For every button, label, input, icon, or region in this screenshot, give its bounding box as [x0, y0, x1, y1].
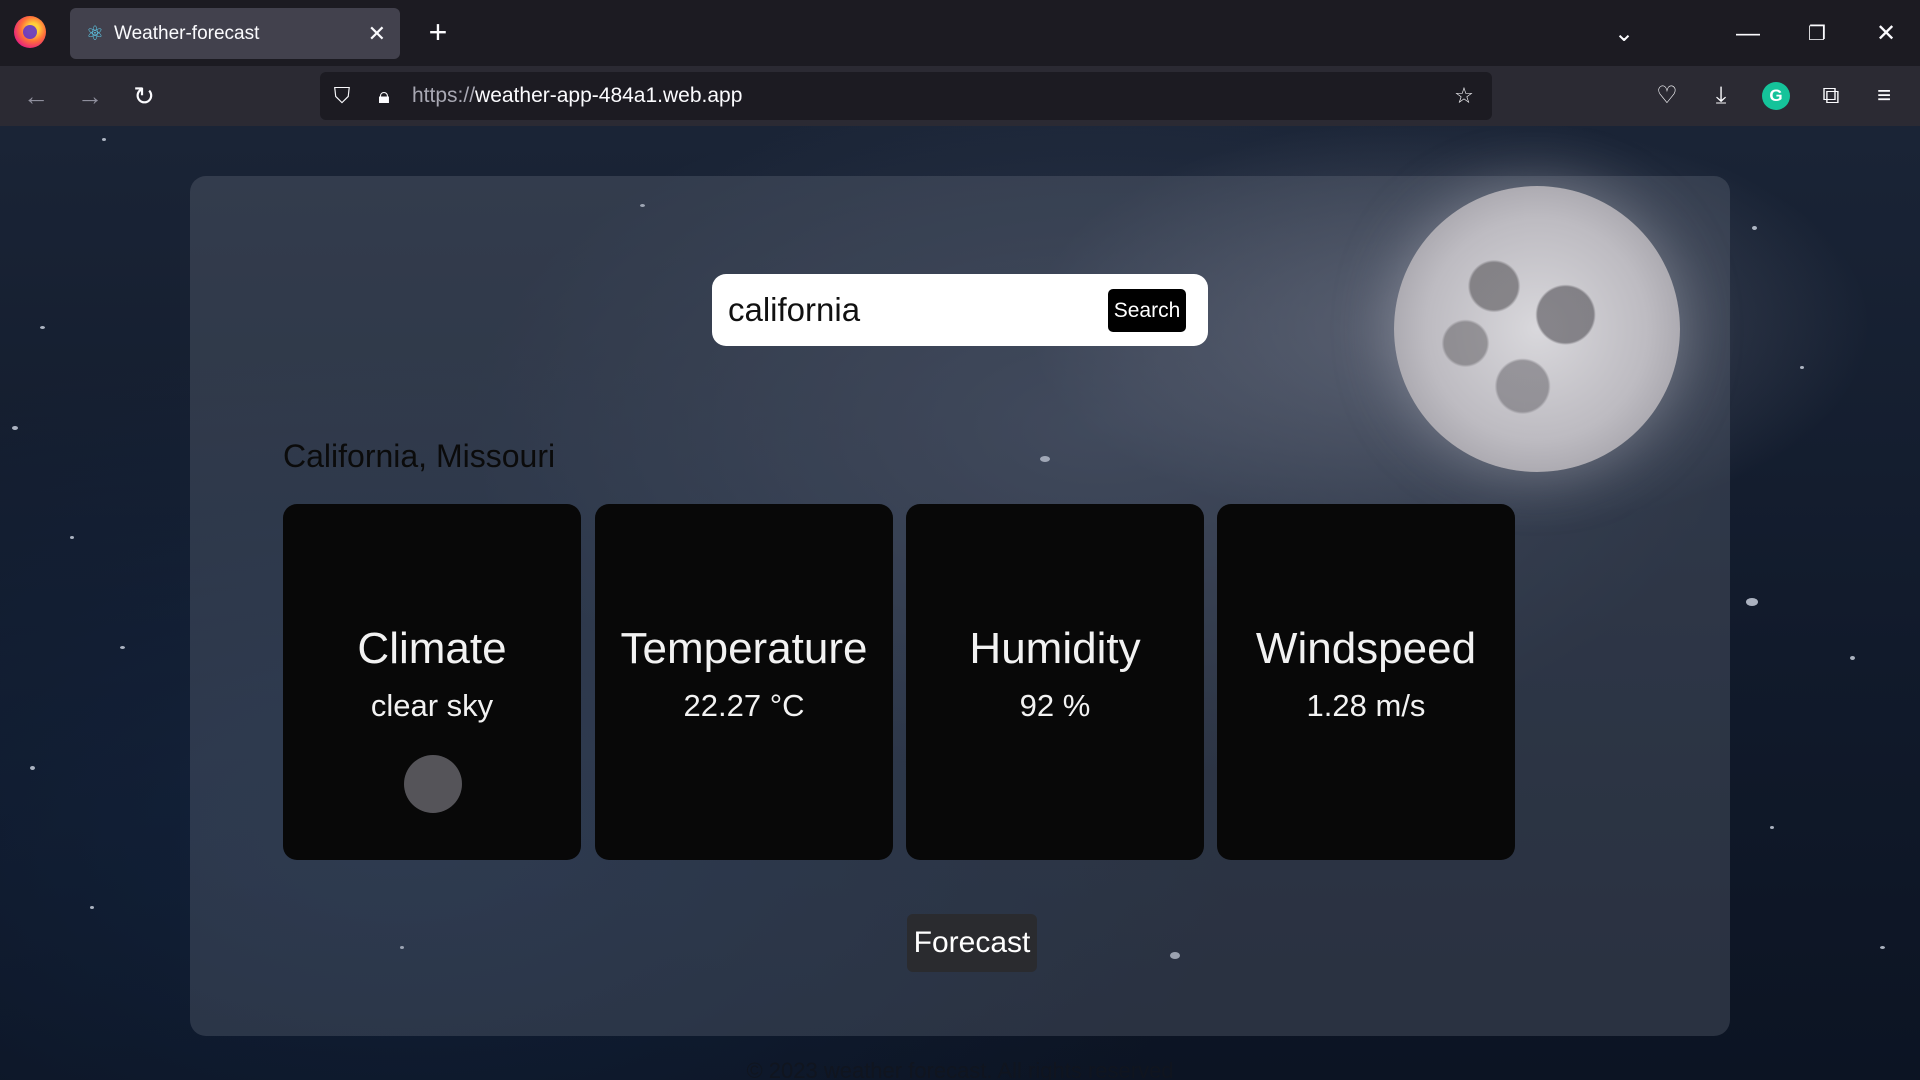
city-search-input[interactable] [728, 284, 1088, 336]
url-host: weather-app-484a1.web.app [475, 84, 743, 107]
tracking-shield-icon[interactable]: ⛉ [326, 80, 358, 112]
page-background: Search California, Missouri Climate clea… [0, 126, 1920, 1080]
new-tab-button[interactable]: + [420, 14, 456, 50]
menu-hamburger-icon[interactable]: ≡ [1864, 76, 1904, 116]
humidity-card: Humidity 92 % [906, 504, 1204, 860]
close-window-icon[interactable]: ✕ [1866, 14, 1906, 54]
bookmark-star-icon[interactable]: ☆ [1448, 80, 1480, 112]
url-text[interactable]: https://weather-app-484a1.web.app [412, 72, 742, 120]
forecast-button[interactable]: Forecast [907, 914, 1037, 972]
temperature-title: Temperature [620, 624, 868, 673]
star [1850, 656, 1855, 660]
star [12, 426, 18, 430]
climate-card: Climate clear sky [283, 504, 581, 860]
search-box: Search [712, 274, 1208, 346]
windspeed-card: Windspeed 1.28 m/s [1217, 504, 1515, 860]
lock-icon[interactable]: 🔒︎ [368, 80, 400, 112]
temperature-card: Temperature 22.27 °C [595, 504, 893, 860]
pocket-icon[interactable]: ♡ [1647, 76, 1687, 116]
reload-icon[interactable]: ↻ [124, 76, 164, 116]
weather-condition-icon [404, 755, 462, 813]
browser-tab-bar: ⚛ Weather-forecast ✕ + ⌄ — ❐ ✕ [0, 0, 1920, 66]
search-button[interactable]: Search [1108, 289, 1186, 332]
climate-value: clear sky [370, 688, 494, 723]
firefox-logo-icon[interactable] [14, 16, 46, 48]
star [90, 906, 94, 909]
list-all-tabs-icon[interactable]: ⌄ [1604, 14, 1644, 54]
moon-image [1394, 186, 1680, 472]
temperature-value: 22.27 °C [683, 688, 805, 723]
star [40, 326, 45, 329]
back-icon[interactable]: ← [16, 76, 56, 116]
extensions-puzzle-icon[interactable]: ⧉ [1811, 76, 1851, 116]
restore-icon[interactable]: ❐ [1797, 14, 1837, 54]
star [102, 138, 106, 141]
close-tab-icon[interactable]: ✕ [368, 8, 386, 59]
tab-title: Weather-forecast [114, 23, 260, 44]
windspeed-value: 1.28 m/s [1306, 688, 1426, 723]
browser-navigation-bar: ← → ↻ ⛉ 🔒︎ https://weather-app-484a1.web… [0, 66, 1920, 126]
browser-tab-active[interactable]: ⚛ Weather-forecast ✕ [70, 8, 400, 59]
star [1752, 226, 1757, 230]
forward-icon[interactable]: → [70, 76, 110, 116]
grammarly-extension-icon[interactable]: G [1762, 82, 1790, 110]
star [1800, 366, 1804, 369]
url-bar[interactable]: ⛉ 🔒︎ https://weather-app-484a1.web.app ☆ [320, 72, 1492, 120]
humidity-value: 92 % [1019, 688, 1091, 723]
star [1770, 826, 1774, 829]
react-atom-icon: ⚛ [86, 23, 104, 45]
star [120, 646, 125, 649]
downloads-icon[interactable]: ⤓ [1701, 76, 1741, 116]
humidity-title: Humidity [969, 624, 1141, 673]
location-label: California, Missouri [283, 438, 556, 474]
minimize-icon[interactable]: — [1728, 14, 1768, 54]
star [70, 536, 74, 539]
star [30, 766, 35, 770]
climate-title: Climate [357, 624, 507, 673]
star [1880, 946, 1885, 949]
windspeed-title: Windspeed [1255, 624, 1477, 673]
star [1746, 598, 1758, 606]
url-scheme: https:// [412, 84, 476, 107]
footer-copyright: © 2023 weather forecast. All rights rese… [746, 1058, 1174, 1080]
